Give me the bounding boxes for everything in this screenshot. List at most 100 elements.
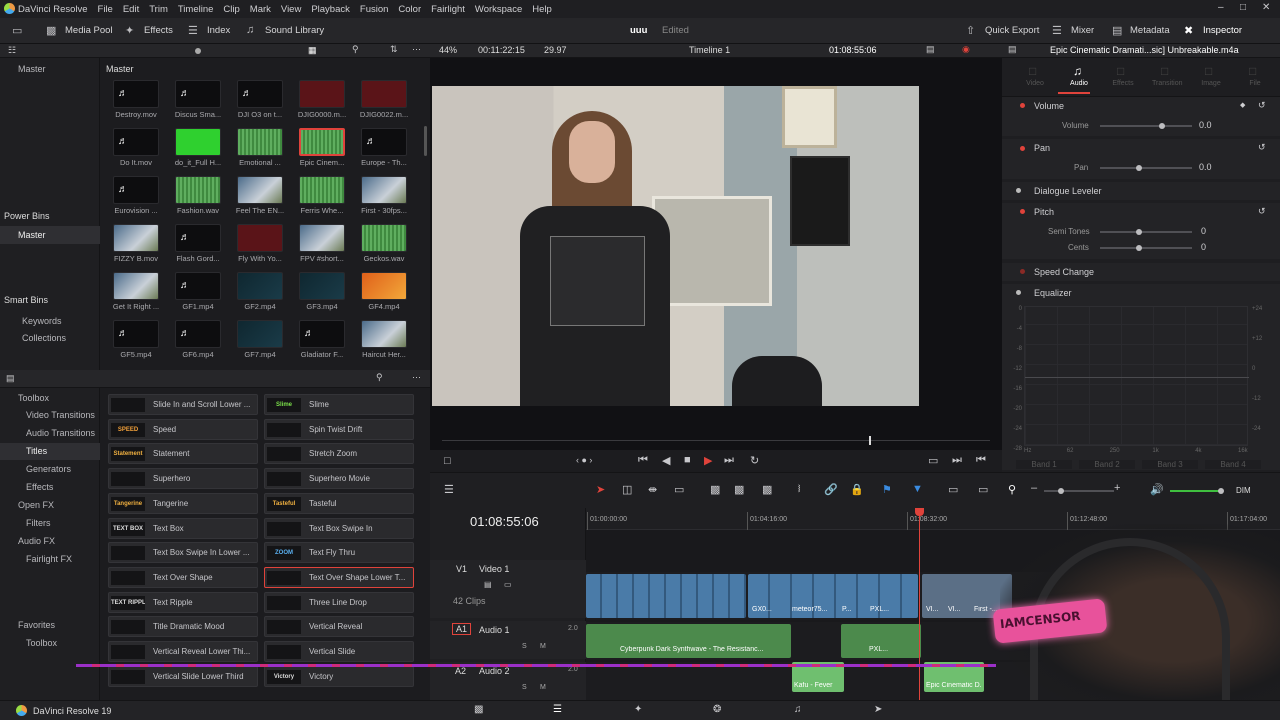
menu-fairlight[interactable]: Fairlight	[426, 4, 470, 15]
media-page-icon[interactable]: ▩	[474, 704, 483, 715]
clip-thumbnail[interactable]: ♬	[113, 80, 159, 108]
go-to-end-icon[interactable]: ⏭	[724, 454, 734, 467]
fx-video-transitions[interactable]: Video Transitions	[26, 410, 95, 420]
a1-solo[interactable]: S	[522, 643, 527, 650]
blade-tool-icon[interactable]: ▭	[674, 483, 684, 496]
marker-icon[interactable]: ▼	[912, 483, 923, 495]
pan-knob[interactable]	[1136, 165, 1142, 171]
index-button[interactable]: Index	[207, 25, 230, 36]
cents-value[interactable]: 0	[1201, 242, 1206, 252]
maximize-icon[interactable]: □	[1240, 2, 1246, 13]
equalizer-dot[interactable]	[1016, 290, 1021, 295]
title-template-item[interactable]: Vertical Reveal	[264, 616, 414, 638]
v1-name[interactable]: Video 1	[479, 564, 509, 574]
pan-enable-dot[interactable]	[1020, 146, 1025, 151]
eq-graph[interactable]	[1024, 306, 1249, 446]
clip-thumbnail[interactable]: ♬	[113, 176, 159, 204]
title-template-item[interactable]: TEXT BOX Text Box	[108, 517, 258, 539]
title-template-item[interactable]: Tasteful Tasteful	[264, 492, 414, 514]
eq-band-button[interactable]: Band 3	[1142, 460, 1198, 469]
inspector-tab-transition[interactable]: Transition	[1152, 80, 1182, 87]
cents-slider[interactable]	[1100, 247, 1192, 249]
viewer-options-icon[interactable]: ▤	[926, 44, 935, 55]
clip-thumbnail[interactable]	[237, 224, 283, 252]
panel-toggle-icon[interactable]: ▤	[6, 373, 15, 384]
link-icon[interactable]: 🔗	[824, 483, 838, 496]
title-template-item[interactable]: Text Over Shape	[108, 566, 258, 588]
inspector-layout-icon[interactable]: ▤	[1008, 44, 1017, 55]
title-template-item[interactable]: Superhero Movie	[264, 468, 414, 490]
dynamic-trim-icon[interactable]: ⇼	[648, 483, 657, 496]
scrub-playhead[interactable]	[869, 436, 871, 445]
scrub-bar[interactable]	[442, 440, 990, 441]
title-template-item[interactable]: Title Dramatic Mood	[108, 616, 258, 638]
clip-thumbnail[interactable]	[237, 176, 283, 204]
quick-export-icon[interactable]: ⇧	[966, 24, 975, 37]
prev-frame-icon[interactable]: ‹ ● ›	[576, 455, 592, 465]
playhead-handle[interactable]	[915, 508, 924, 516]
title-template-item[interactable]: Statement Statement	[108, 443, 258, 465]
timeline-options-icon[interactable]: ☰	[444, 483, 454, 496]
volume-knob[interactable]	[1159, 123, 1165, 129]
zoom-detail-icon[interactable]: ▭	[978, 483, 988, 496]
pitch-reset-icon[interactable]: ↺	[1258, 206, 1266, 217]
power-bins-master-row[interactable]: Master	[0, 226, 100, 244]
index-icon[interactable]: ☰	[188, 24, 198, 37]
flag-icon[interactable]: ⚑	[882, 483, 892, 496]
inspector-tab-image[interactable]: Image	[1196, 80, 1226, 87]
color-page-icon[interactable]: ❂	[713, 704, 721, 715]
timeline-name[interactable]: Timeline 1	[689, 45, 730, 55]
menu-playback[interactable]: Playback	[306, 4, 355, 15]
v1-monitor-icon[interactable]: ▭	[504, 580, 512, 589]
fx-open-fx[interactable]: Open FX	[18, 500, 54, 510]
search-icon[interactable]: ⚲	[352, 44, 359, 55]
a1-name[interactable]: Audio 1	[479, 625, 510, 635]
zoom-in-icon[interactable]: +	[1114, 482, 1120, 494]
title-template-item[interactable]: Slide In and Scroll Lower ...	[108, 394, 258, 415]
cents-knob[interactable]	[1136, 245, 1142, 251]
semi-tones-slider[interactable]	[1100, 231, 1192, 233]
inspector-button[interactable]: Inspector	[1203, 25, 1242, 36]
fairlight-page-icon[interactable]: ♫	[794, 704, 802, 715]
equalizer-heading[interactable]: Equalizer	[1034, 288, 1072, 298]
title-template-item[interactable]: Three Line Drop	[264, 591, 414, 613]
speed-change-heading[interactable]: Speed Change	[1034, 267, 1094, 277]
clip-thumbnail[interactable]: ♬	[175, 272, 221, 300]
clip-thumbnail[interactable]	[361, 176, 407, 204]
lock-icon[interactable]: 🔒	[850, 483, 864, 496]
fx-filters[interactable]: Filters	[26, 518, 51, 528]
monitor-volume-slider[interactable]	[1170, 490, 1222, 492]
thumbnail-view-icon[interactable]: ▦	[308, 45, 317, 56]
inspector-icon[interactable]: ✖	[1184, 24, 1193, 37]
speaker-icon[interactable]: 🔊	[1150, 483, 1164, 496]
menu-trim[interactable]: Trim	[144, 4, 173, 15]
sound-library-button[interactable]: Sound Library	[265, 25, 324, 36]
volume-value[interactable]: 0.0	[1199, 120, 1212, 130]
fx-fav-toolbox[interactable]: Toolbox	[26, 638, 57, 648]
semi-tones-knob[interactable]	[1136, 229, 1142, 235]
title-template-item[interactable]: Superhero	[108, 468, 258, 490]
fx-audio-fx[interactable]: Audio FX	[18, 536, 55, 546]
deliver-page-icon[interactable]: ➤	[874, 704, 882, 715]
clip-thumbnail[interactable]	[299, 272, 345, 300]
prev-edit-icon[interactable]: ⏮	[976, 454, 986, 467]
clip-thumbnail[interactable]: ♬	[175, 80, 221, 108]
clip-thumbnail[interactable]	[299, 176, 345, 204]
title-template-item[interactable]: Victory Victory	[264, 665, 414, 687]
menu-workspace[interactable]: Workspace	[470, 4, 527, 15]
clip-thumbnail[interactable]	[237, 272, 283, 300]
clip-thumbnail[interactable]	[299, 128, 345, 156]
volume-slider[interactable]	[1100, 125, 1192, 127]
title-template-item[interactable]: TEXT RIPPLE Text Ripple	[108, 591, 258, 613]
mixer-button[interactable]: Mixer	[1071, 25, 1094, 36]
media-pool-icon[interactable]: ▩	[46, 24, 56, 37]
title-template-item[interactable]: Vertical Slide	[264, 641, 414, 662]
clip-thumbnail[interactable]: ♬	[361, 128, 407, 156]
inspector-tab-video[interactable]: Video	[1020, 80, 1050, 87]
eq-band-button[interactable]: Band 1	[1016, 460, 1072, 469]
effects-button[interactable]: Effects	[144, 25, 173, 36]
clip-thumbnail[interactable]	[237, 128, 283, 156]
effects-search-icon[interactable]: ⚲	[376, 372, 383, 383]
fx-favorites[interactable]: Favorites	[18, 620, 55, 630]
dialogue-leveler-dot[interactable]	[1016, 188, 1021, 193]
